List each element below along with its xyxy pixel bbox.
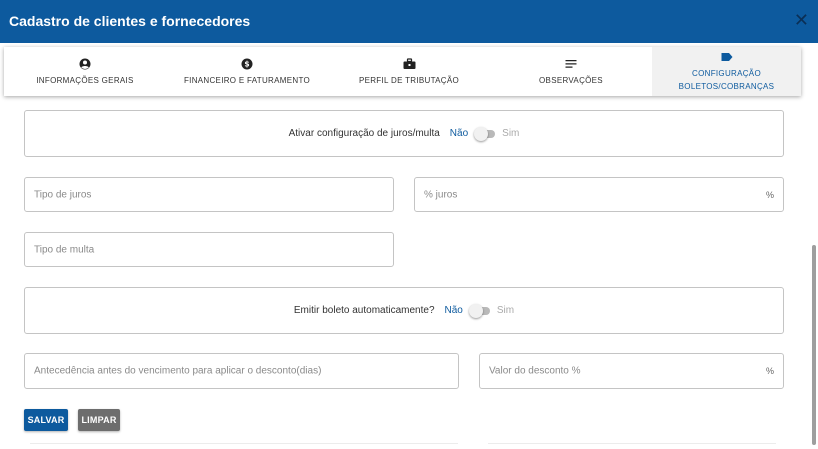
- divider: [30, 443, 458, 444]
- interest-on-label: Sim: [502, 128, 520, 139]
- auto-boleto-toggle-switch[interactable]: [468, 303, 491, 318]
- tab-financeiro-faturamento[interactable]: $ FINANCEIRO E FATURAMENTO: [166, 47, 328, 96]
- interest-toggle-panel: Ativar configuração de juros/multa Não S…: [24, 110, 784, 157]
- fine-type-select[interactable]: Tipo de multa: [24, 232, 394, 267]
- switch-knob: [474, 126, 489, 141]
- tab-observacoes[interactable]: OBSERVAÇÕES: [490, 47, 652, 96]
- interest-type-select[interactable]: Tipo de juros: [24, 177, 394, 212]
- percent-suffix: %: [765, 366, 774, 376]
- label-tag-icon: [721, 50, 733, 64]
- divider: [488, 443, 776, 444]
- advance-days-placeholder: Antecedência antes do vencimento para ap…: [34, 365, 322, 377]
- switch-knob: [468, 303, 483, 318]
- tab-informacoes-gerais[interactable]: INFORMAÇÕES GERAIS: [4, 47, 166, 96]
- interest-percent-input[interactable]: % juros %: [414, 177, 784, 212]
- discount-value-placeholder: Valor do desconto %: [489, 365, 581, 377]
- auto-boleto-toggle-label: Emitir boleto automaticamente?: [293, 305, 435, 316]
- interest-toggle-switch[interactable]: [474, 126, 496, 141]
- tab-label-line2: BOLETOS/COBRANÇAS: [678, 82, 775, 91]
- vertical-scrollbar[interactable]: [812, 245, 816, 445]
- tab-label: FINANCEIRO E FATURAMENTO: [183, 75, 311, 85]
- dialog-header: Cadastro de clientes e fornecedores ✕: [0, 0, 818, 43]
- dollar-circle-icon: $: [241, 57, 253, 71]
- svg-text:$: $: [244, 59, 249, 68]
- clear-button[interactable]: LIMPAR: [78, 409, 120, 431]
- auto-boleto-on-label: Sim: [496, 305, 515, 316]
- percent-suffix: %: [765, 189, 774, 200]
- interest-toggle-label: Ativar configuração de juros/multa: [288, 128, 440, 139]
- tab-configuracao-boletos[interactable]: CONFIGURAÇÃO BOLETOS/COBRANÇAS: [652, 47, 801, 96]
- dialog-title: Cadastro de clientes e fornecedores: [9, 13, 251, 29]
- save-button[interactable]: SALVAR: [24, 409, 68, 431]
- tab-label: OBSERVAÇÕES: [539, 75, 603, 85]
- tab-label-line1: CONFIGURAÇÃO: [692, 69, 761, 78]
- interest-type-placeholder: Tipo de juros: [34, 189, 92, 200]
- close-icon[interactable]: ✕: [794, 12, 809, 30]
- account-circle-icon: [79, 57, 91, 71]
- tab-label: PERFIL DE TRIBUTAÇÃO: [358, 75, 460, 85]
- interest-percent-placeholder: % juros: [424, 189, 458, 200]
- tab-bar: INFORMAÇÕES GERAIS $ FINANCEIRO E FATURA…: [4, 47, 801, 96]
- briefcase-icon: [403, 57, 416, 71]
- interest-off-label: Não: [449, 128, 469, 139]
- tab-perfil-tributacao[interactable]: PERFIL DE TRIBUTAÇÃO: [328, 47, 490, 96]
- fine-type-placeholder: Tipo de multa: [34, 244, 95, 255]
- notes-lines-icon: [565, 57, 577, 71]
- tab-label: CONFIGURAÇÃO BOLETOS/COBRANÇAS: [679, 67, 775, 93]
- tab-label: INFORMAÇÕES GERAIS: [36, 75, 134, 85]
- advance-days-input[interactable]: Antecedência antes do vencimento para ap…: [24, 353, 459, 389]
- auto-boleto-toggle-panel: Emitir boleto automaticamente? Não Sim: [24, 287, 784, 334]
- discount-value-input[interactable]: Valor do desconto % %: [479, 353, 784, 389]
- auto-boleto-off-label: Não: [444, 305, 463, 316]
